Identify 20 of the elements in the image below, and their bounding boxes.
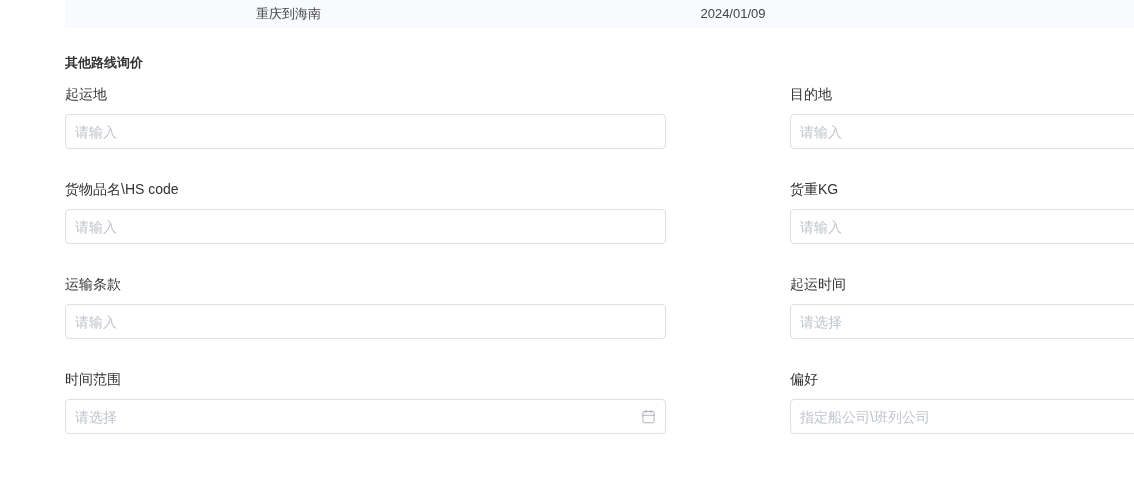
date-field[interactable]: 请选择 bbox=[65, 399, 666, 434]
input-field[interactable]: 请输入 bbox=[65, 304, 666, 339]
table-cell: 重庆到海南 bbox=[255, 6, 321, 22]
input-field[interactable]: 指定船公司\班列公司 bbox=[790, 399, 1134, 434]
field-label: 运输条款 bbox=[65, 275, 122, 294]
calendar-icon bbox=[641, 409, 656, 424]
field-label: 时间范围 bbox=[65, 370, 122, 389]
input-field[interactable]: 请输入 bbox=[65, 209, 666, 244]
field-label: 货重KG bbox=[790, 180, 840, 199]
input-field[interactable]: 请输入 bbox=[790, 209, 1134, 244]
section-title: 其他路线询价 bbox=[65, 54, 144, 72]
field-label: 起运地 bbox=[65, 85, 108, 104]
input-field[interactable]: 请输入 bbox=[65, 114, 666, 149]
table-cell: 2024/01/09 bbox=[700, 6, 766, 22]
field-label: 起运时间 bbox=[790, 275, 847, 294]
input-field[interactable]: 请选择 bbox=[790, 304, 1134, 339]
field-label: 偏好 bbox=[790, 370, 819, 389]
input-field[interactable]: 请输入 bbox=[790, 114, 1134, 149]
field-label: 货物品名\HS code bbox=[65, 180, 180, 199]
field-label: 目的地 bbox=[790, 85, 833, 104]
